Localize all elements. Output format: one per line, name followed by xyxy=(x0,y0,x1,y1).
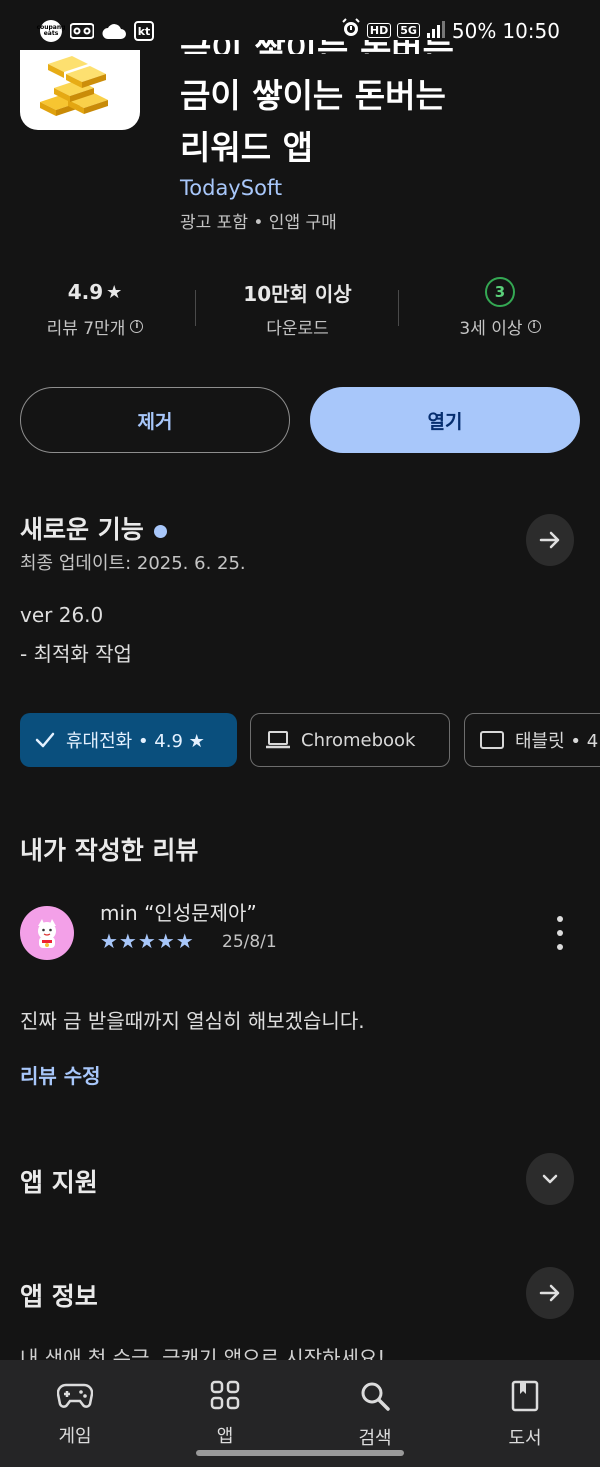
age-rating-label: 3세 이상 xyxy=(459,319,523,339)
gesture-home-bar[interactable] xyxy=(196,1450,404,1456)
chip-chromebook[interactable]: Chromebook xyxy=(250,713,450,767)
app-support-expand-button[interactable] xyxy=(526,1153,574,1205)
info-icon: i xyxy=(527,320,541,333)
app-support-title[interactable]: 앱 지원 xyxy=(20,1163,98,1199)
title-clipped-line: 금이 쌓이는 돈버는 xyxy=(180,40,510,54)
nav-books[interactable]: 도서 xyxy=(475,1380,575,1450)
reviewer-name: min “인성문제아” xyxy=(100,901,257,925)
review-text: 진짜 금 받을때까지 열심히 해보겠습니다. xyxy=(20,1009,365,1033)
new-indicator-dot xyxy=(153,524,167,538)
app-info-preview: 내 생애 첫 수금, 금캐기 앱으로 시작하세요! xyxy=(20,1342,560,1362)
nav-games[interactable]: 게임 xyxy=(25,1380,125,1448)
downloads-stat: 10만회 이상 다운로드 xyxy=(215,278,380,340)
app-info-preview-text: 내 생애 첫 수금, 금캐기 앱으로 시작하세요! xyxy=(20,1346,386,1362)
app-meta: 광고 포함 • 인앱 구매 xyxy=(180,213,337,233)
apps-grid-icon xyxy=(210,1380,240,1410)
title-clipped-text: 금이 쌓이는 돈버는 xyxy=(180,40,510,54)
rating-label: 리뷰 7만개 xyxy=(46,319,126,339)
arrow-right-icon xyxy=(539,1284,560,1302)
info-icon: i xyxy=(130,320,144,333)
chip-tablet-label: 태블릿 • 4 xyxy=(515,731,599,752)
edit-review-link[interactable]: 리뷰 수정 xyxy=(20,1060,101,1089)
laptop-icon xyxy=(266,731,290,749)
avatar xyxy=(20,906,74,960)
network-badge: 5G xyxy=(397,23,420,38)
nav-apps[interactable]: 앱 xyxy=(175,1380,275,1448)
my-review-title: 내가 작성한 리뷰 xyxy=(20,836,199,865)
chip-chromebook-label: Chromebook xyxy=(301,729,416,751)
open-button[interactable]: 열기 xyxy=(310,387,580,453)
search-icon xyxy=(361,1382,390,1411)
arrow-right-icon xyxy=(539,531,560,549)
nav-apps-label: 앱 xyxy=(216,1426,234,1447)
gold-bars-icon xyxy=(40,56,108,116)
chip-phone[interactable]: 휴대전화 • 4.9 ★ xyxy=(20,713,237,767)
status-left-icons: coupang eats kt xyxy=(37,20,154,42)
downloads-label: 다운로드 xyxy=(266,319,329,339)
remove-button[interactable]: 제거 xyxy=(20,387,290,453)
app-info-title[interactable]: 앱 정보 xyxy=(20,1277,98,1313)
chevron-down-icon xyxy=(542,1174,558,1184)
app-info-arrow-button[interactable] xyxy=(526,1267,574,1319)
app-title-line2: 리워드 앱 xyxy=(180,128,313,167)
age-rating-badge: 3 xyxy=(485,277,515,307)
downloads-value: 10만회 이상 xyxy=(243,281,352,306)
release-notes: - 최적화 작업 xyxy=(20,642,132,666)
rating-value: 4.9 xyxy=(67,280,104,304)
nav-search-label: 검색 xyxy=(358,1428,392,1449)
stats-row: 4.9 ★ 리뷰 7만개 i 10만회 이상 다운로드 3 3세 이상 i xyxy=(0,277,600,340)
hd-badge: HD xyxy=(366,23,392,38)
battery-percent: 50% xyxy=(451,18,497,43)
weather-cloud-icon xyxy=(102,22,126,40)
coupang-eats-icon: coupang eats xyxy=(37,20,65,42)
nav-search[interactable]: 검색 xyxy=(325,1380,425,1450)
app-icon xyxy=(20,50,140,130)
more-options-icon[interactable] xyxy=(548,916,572,950)
app-title-line1: 금이 쌓이는 돈버는 xyxy=(180,76,446,115)
book-icon xyxy=(511,1380,539,1412)
chip-tablet[interactable]: 태블릿 • 4 xyxy=(464,713,600,767)
version-text: ver 26.0 xyxy=(20,603,104,627)
last-updated: 최종 업데이트: 2025. 6. 25. xyxy=(20,553,246,574)
app-title: 금이 쌓이는 돈버는 리워드 앱 xyxy=(180,70,446,174)
lucky-cat-avatar-icon xyxy=(38,919,56,948)
gamepad-icon xyxy=(57,1383,93,1408)
stats-divider xyxy=(398,290,399,326)
developer-link[interactable]: TodaySoft xyxy=(180,176,282,200)
rating-stat[interactable]: 4.9 ★ 리뷰 7만개 i xyxy=(20,278,170,339)
nav-books-label: 도서 xyxy=(508,1428,542,1449)
whats-new-title: 새로운 기능 xyxy=(20,515,144,544)
nav-games-label: 게임 xyxy=(58,1426,92,1447)
clock: 10:50 xyxy=(502,18,560,43)
review-stars: ★★★★★ xyxy=(100,929,195,953)
signal-icon xyxy=(426,19,446,43)
check-icon xyxy=(35,732,55,748)
star-icon: ★ xyxy=(106,281,123,303)
stats-divider xyxy=(195,290,196,326)
whats-new-header[interactable]: 새로운 기능 xyxy=(20,510,167,546)
voicemail-icon xyxy=(70,23,94,39)
chip-phone-label: 휴대전화 • 4.9 ★ xyxy=(66,731,205,752)
age-rating-stat[interactable]: 3 3세 이상 i xyxy=(425,277,575,339)
kt-carrier-icon: kt xyxy=(134,21,154,41)
tablet-icon xyxy=(480,731,504,749)
whats-new-arrow-button[interactable] xyxy=(526,514,574,566)
review-date: 25/8/1 xyxy=(222,932,277,952)
